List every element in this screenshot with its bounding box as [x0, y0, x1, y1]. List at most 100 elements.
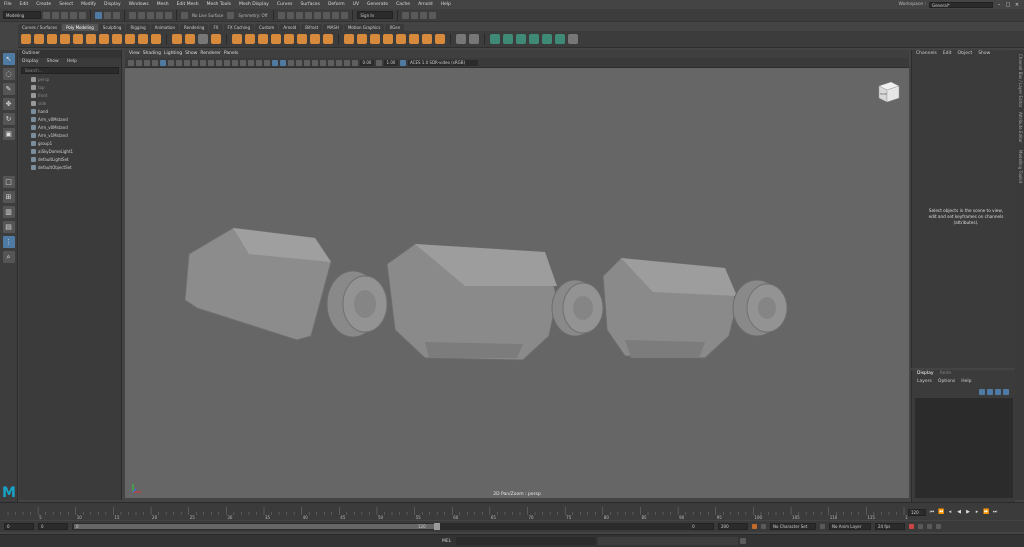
menu-curves[interactable]: Curves — [273, 2, 297, 7]
viewport-menu-show[interactable]: Show — [185, 50, 197, 58]
layer-move-down-icon[interactable] — [987, 389, 993, 395]
shelf-tab-rendering[interactable]: Rendering — [180, 24, 209, 31]
shelf-tab-rigging[interactable]: Rigging — [126, 24, 150, 31]
persp-outliner-icon[interactable]: ⋮ — [2, 236, 15, 248]
menu-select[interactable]: Select — [55, 2, 77, 7]
animation-start-field[interactable]: 0 — [4, 523, 34, 530]
poly-disc-icon[interactable] — [99, 34, 109, 44]
use-all-lights-icon[interactable] — [272, 59, 278, 66]
isolate-select-icon[interactable] — [320, 59, 326, 66]
layer-menu-layers[interactable]: Layers — [917, 378, 932, 385]
go-to-start-icon[interactable]: ⏮ — [929, 509, 935, 515]
outliner-item[interactable]: Arm_v0Mstand — [19, 115, 121, 123]
menu-file[interactable]: File — [0, 2, 16, 7]
smooth-shade-icon[interactable] — [240, 59, 246, 66]
gate-mask-icon[interactable] — [200, 59, 206, 66]
fps-dropdown[interactable]: 24 fps — [875, 523, 905, 530]
step-forward-key-icon[interactable]: ⏩ — [983, 509, 989, 515]
super-shape-icon[interactable] — [172, 34, 182, 44]
menu-windows[interactable]: Windows — [125, 2, 153, 7]
uv-editor-icon[interactable] — [555, 34, 565, 44]
outliner-item[interactable]: defaultLightSet — [19, 155, 121, 163]
xray-icon[interactable] — [328, 59, 334, 66]
pyramid-icon[interactable] — [125, 34, 135, 44]
step-back-frame-icon[interactable]: ◂ — [947, 509, 953, 515]
workspace-dropdown[interactable]: General* — [929, 1, 993, 8]
xray-joints-icon[interactable] — [336, 59, 342, 66]
channel-menu-show[interactable]: Show — [978, 51, 990, 57]
pan-zoom-icon[interactable] — [160, 59, 166, 66]
outliner-menu-help[interactable]: Help — [67, 58, 77, 66]
minimize-icon[interactable]: – — [996, 2, 1002, 8]
snap-grid-icon[interactable] — [129, 11, 136, 19]
current-frame-field[interactable]: 120 — [908, 508, 926, 516]
undo-icon[interactable] — [70, 11, 77, 19]
side-by-side-icon[interactable]: ▥ — [2, 206, 15, 218]
new-scene-icon[interactable] — [43, 11, 50, 19]
default-material-icon[interactable] — [248, 59, 254, 66]
shelf-tab-poly-modeling[interactable]: Poly Modeling — [62, 24, 98, 31]
grid-icon[interactable] — [176, 59, 182, 66]
viewcube-icon[interactable]: FRONT — [875, 78, 901, 104]
poly-plane-icon[interactable] — [86, 34, 96, 44]
select-by-component-icon[interactable] — [113, 11, 120, 19]
bevel-icon[interactable] — [370, 34, 380, 44]
sweep-mesh-icon[interactable] — [185, 34, 195, 44]
outliner-item[interactable]: side — [19, 99, 121, 107]
camera-uv-icon[interactable] — [542, 34, 552, 44]
key-icon[interactable] — [909, 524, 914, 529]
script-editor-icon[interactable] — [740, 538, 746, 544]
outliner-item[interactable]: group1 — [19, 139, 121, 147]
scale-tool-icon[interactable]: ▣ — [2, 128, 15, 140]
arnold-icon[interactable] — [341, 11, 349, 19]
shelf-tab-curves-surfaces[interactable]: Curves / Surfaces — [18, 24, 62, 31]
ipr-render-icon[interactable] — [305, 11, 313, 19]
animation-end-field[interactable]: 200 — [718, 523, 748, 530]
shelf-tab-xgen[interactable]: XGen — [385, 24, 405, 31]
play-forwards-icon[interactable]: ▶ — [965, 509, 971, 515]
select-by-hierarchy-icon[interactable] — [95, 11, 102, 19]
multi-cut-icon[interactable] — [422, 34, 432, 44]
textured-icon[interactable] — [264, 59, 270, 66]
menu-surfaces[interactable]: Surfaces — [296, 2, 324, 7]
poly-torus-icon[interactable] — [73, 34, 83, 44]
shelf-tab-fx[interactable]: FX — [209, 24, 223, 31]
menu-arnold[interactable]: Arnold — [414, 2, 437, 7]
pause-icon[interactable] — [332, 11, 340, 19]
svg-tool-icon[interactable] — [211, 34, 221, 44]
menu-help[interactable]: Help — [437, 2, 455, 7]
edit-edge-flow-icon[interactable] — [456, 34, 466, 44]
reduce-icon[interactable] — [323, 34, 333, 44]
viewport-menu-lighting[interactable]: Lighting — [164, 50, 182, 58]
range-slider[interactable]: 0 120 — [72, 523, 692, 530]
play-backwards-icon[interactable]: ◀ — [956, 509, 962, 515]
boolean-intersection-icon[interactable] — [297, 34, 307, 44]
shelf-tab-custom[interactable]: Custom — [255, 24, 279, 31]
extrude-icon[interactable] — [344, 34, 354, 44]
spherical-uv-icon[interactable] — [529, 34, 539, 44]
menu-display[interactable]: Display — [100, 2, 125, 7]
outliner-menu-display[interactable]: Display — [22, 58, 39, 66]
outliner-item[interactable]: Arm_v1Mstand — [19, 131, 121, 139]
paint-select-icon[interactable]: ✎ — [2, 83, 15, 95]
exposure-icon[interactable] — [352, 59, 358, 66]
playback-start-field[interactable]: 0 — [38, 523, 68, 530]
menu-mesh-display[interactable]: Mesh Display — [235, 2, 273, 7]
menu-edit[interactable]: Edit — [16, 2, 33, 7]
render-settings-icon[interactable] — [314, 11, 322, 19]
separate-icon[interactable] — [245, 34, 255, 44]
time-slider[interactable]: 5 10 15 20 25 30 35 40 45 50 55 60 65 70 75 80 85 90 95 100… — [0, 502, 1024, 520]
zoom-icon[interactable]: ⌕ — [2, 251, 15, 263]
shelf-tab-bifrost[interactable]: Bifrost — [301, 24, 323, 31]
history-icon[interactable] — [278, 11, 286, 19]
loop-icon[interactable] — [918, 524, 923, 529]
poly-cube-icon[interactable] — [34, 34, 44, 44]
viewport-menu-shading[interactable]: Shading — [143, 50, 161, 58]
rotate-tool-icon[interactable]: ↻ — [2, 113, 15, 125]
render-icon[interactable] — [296, 11, 304, 19]
camera-attributes-icon[interactable] — [136, 59, 142, 66]
viewport-menu-view[interactable]: View — [129, 50, 140, 58]
lasso-tool-icon[interactable]: ◌ — [2, 68, 15, 80]
step-forward-frame-icon[interactable]: ▸ — [974, 509, 980, 515]
anim-layer-icon[interactable] — [820, 524, 825, 529]
